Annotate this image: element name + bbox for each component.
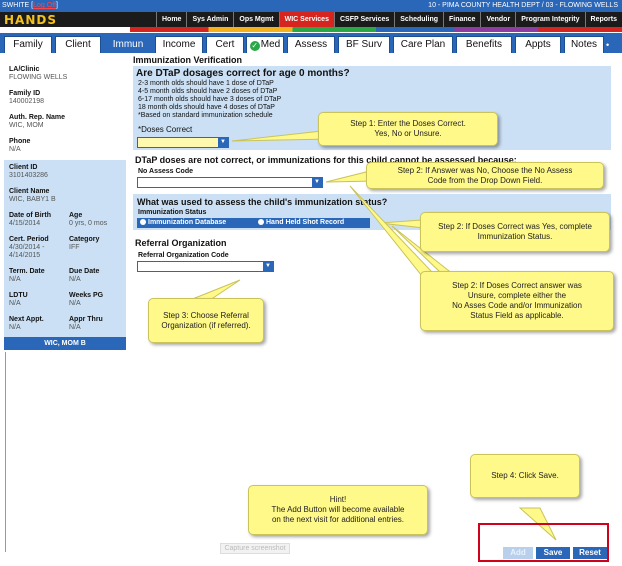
callout-step2c: Step 2: If Doses Correct answer was Unsu… bbox=[420, 271, 614, 331]
pointer-step3 bbox=[189, 279, 241, 301]
capture-screenshot-button[interactable]: Capture screenshot bbox=[220, 543, 290, 554]
save-button[interactable]: Save bbox=[536, 547, 570, 559]
callout-step1: Step 1: Enter the Doses Correct. Yes, No… bbox=[318, 112, 498, 146]
callout-step4: Step 4: Click Save. bbox=[470, 454, 580, 498]
callout-step2b: Step 2: If Doses Correct was Yes, comple… bbox=[420, 212, 610, 252]
reset-button[interactable]: Reset bbox=[573, 547, 607, 559]
add-button[interactable]: Add bbox=[503, 547, 533, 559]
callout-step2a: Step 2: If Answer was No, Choose the No … bbox=[366, 162, 604, 189]
callout-step3: Step 3: Choose Referral Organization (if… bbox=[148, 298, 264, 343]
pointer-step1 bbox=[231, 130, 332, 142]
callout-hint: Hint! The Add Button will become availab… bbox=[248, 485, 428, 535]
